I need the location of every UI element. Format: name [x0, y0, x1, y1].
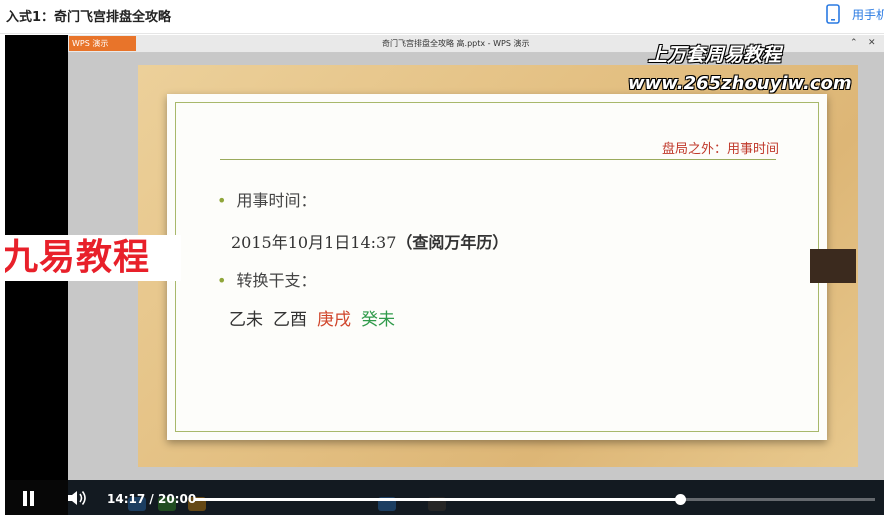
watermark-url: www.265zhouyiw.com — [628, 73, 852, 94]
ganzhi-day: 庚戌 — [317, 310, 351, 330]
progress-thumb[interactable] — [674, 494, 686, 505]
video-frame: WPS 演示 奇门飞宫排盘全攻略 高.pptx - WPS 演示 ⌃ ✕ 盘局之… — [68, 35, 884, 480]
watermark-title: 上万套周易教程 — [648, 44, 782, 66]
progress-fill — [194, 498, 680, 501]
header-divider — [220, 159, 776, 160]
progress-bar[interactable] — [194, 494, 875, 505]
brand-logo-text: 九易教程 — [5, 237, 151, 278]
pause-icon-bar — [23, 491, 27, 506]
duration: 20:00 — [157, 492, 197, 506]
current-time: 14:17 — [107, 492, 146, 506]
slide-background: 盘局之外：用事时间 • 用事时间： 2015年10月1日14:37（查阅万年历） … — [138, 65, 858, 467]
brand-logo: 九易教程 — [5, 235, 181, 281]
page-header: 入式1：奇门飞宫排盘全攻略 用手机 — [0, 0, 884, 34]
datetime-note: （查阅万年历） — [396, 233, 509, 252]
time-separator: / — [149, 492, 154, 506]
presentation-slide: 盘局之外：用事时间 • 用事时间： 2015年10月1日14:37（查阅万年历） … — [167, 94, 827, 440]
wps-document-title: 奇门飞宫排盘全攻略 高.pptx - WPS 演示 — [382, 39, 530, 48]
time-display: 14:17 / 20:00 — [107, 492, 196, 506]
bullet-dot-icon: • — [217, 191, 227, 210]
wps-app-menu: WPS 演示 — [69, 36, 136, 51]
bullet-usage-time: • 用事时间： — [217, 187, 316, 211]
page-title: 入式1：奇门飞宫排盘全攻略 — [6, 10, 172, 25]
volume-icon[interactable] — [67, 489, 89, 507]
mobile-watch-link[interactable]: 用手机 — [852, 6, 884, 23]
ganzhi-year: 乙未 — [229, 310, 263, 330]
bullet-dot-icon: • — [217, 271, 227, 290]
datetime-value: 2015年10月1日14:37 — [231, 233, 397, 252]
usage-datetime: 2015年10月1日14:37（查阅万年历） — [231, 229, 508, 253]
slide-side-tab — [810, 249, 856, 283]
bullet-usage-time-label: 用事时间： — [236, 191, 317, 210]
wps-minimize-icon: ⌃ — [850, 38, 858, 48]
wps-close-icon: ✕ — [868, 38, 876, 48]
ganzhi-hour: 癸未 — [361, 310, 395, 330]
pause-button[interactable] — [21, 491, 37, 506]
pause-icon-bar — [30, 491, 34, 506]
mobile-phone-icon[interactable] — [826, 4, 840, 24]
bullet-convert-ganzhi: • 转换干支： — [217, 267, 316, 291]
bullet-convert-ganzhi-label: 转换干支： — [236, 271, 317, 290]
slide-header-title: 盘局之外：用事时间 — [661, 142, 779, 157]
ganzhi-row: 乙未 乙酉 庚戌 癸未 — [229, 305, 405, 330]
player-controls: 14:17 / 20:00 — [5, 480, 884, 515]
ganzhi-month: 乙酉 — [273, 310, 307, 330]
video-player[interactable]: WPS 演示 奇门飞宫排盘全攻略 高.pptx - WPS 演示 ⌃ ✕ 盘局之… — [5, 35, 884, 515]
